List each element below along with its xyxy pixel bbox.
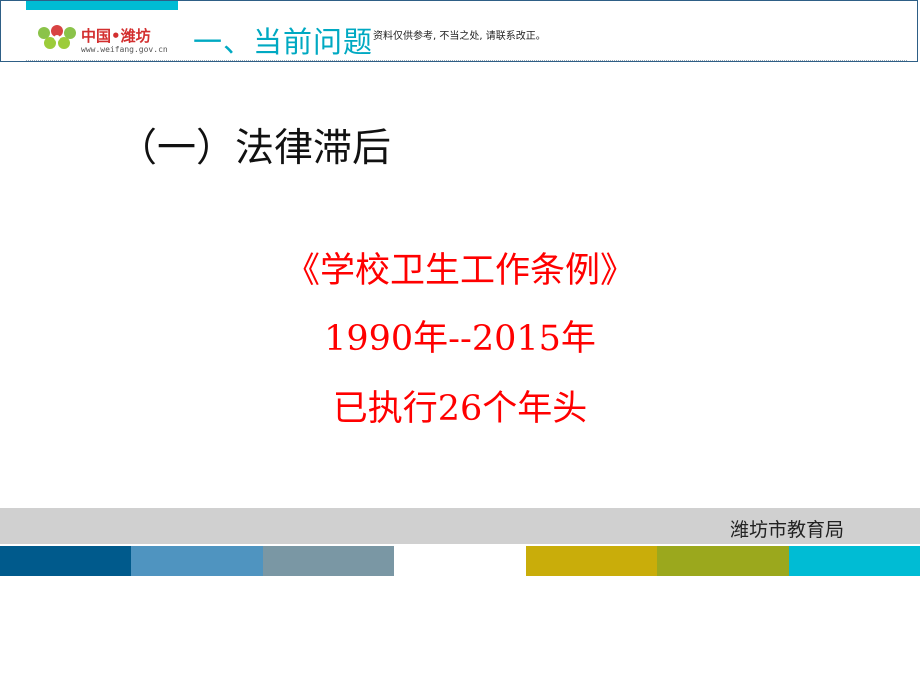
slide-header: 中国•潍坊 www.weifang.gov.cn 一、当前问题 资料仅供参考, … bbox=[0, 0, 918, 62]
footer-band: 潍坊市教育局 bbox=[0, 508, 920, 544]
footer-org: 潍坊市教育局 bbox=[729, 519, 844, 541]
header-dotted-divider bbox=[26, 60, 907, 61]
section-title: 一、当前问题 bbox=[193, 25, 374, 59]
subheading: （一）法律滞后 bbox=[118, 126, 392, 171]
disclaimer-text: 资料仅供参考, 不当之处, 请联系改正。 bbox=[373, 31, 546, 42]
color-stripe-3 bbox=[262, 546, 395, 576]
color-stripe-1 bbox=[0, 546, 132, 576]
footer-color-stripes bbox=[0, 546, 920, 576]
duration-text: 已执行26个年头 bbox=[332, 389, 588, 429]
year-range: 1990年--2015年 bbox=[324, 319, 596, 359]
color-stripe-6 bbox=[657, 546, 789, 576]
color-stripe-4 bbox=[394, 546, 526, 576]
logo-title: 中国•潍坊 bbox=[81, 27, 151, 45]
color-stripe-2 bbox=[131, 546, 263, 576]
color-stripe-7 bbox=[788, 546, 920, 576]
logo-url: www.weifang.gov.cn bbox=[81, 45, 168, 54]
logo-icon bbox=[38, 25, 76, 49]
color-stripe-5 bbox=[525, 546, 658, 576]
header-accent-bar bbox=[26, 1, 178, 10]
regulation-title: 《学校卫生工作条例》 bbox=[284, 251, 635, 291]
